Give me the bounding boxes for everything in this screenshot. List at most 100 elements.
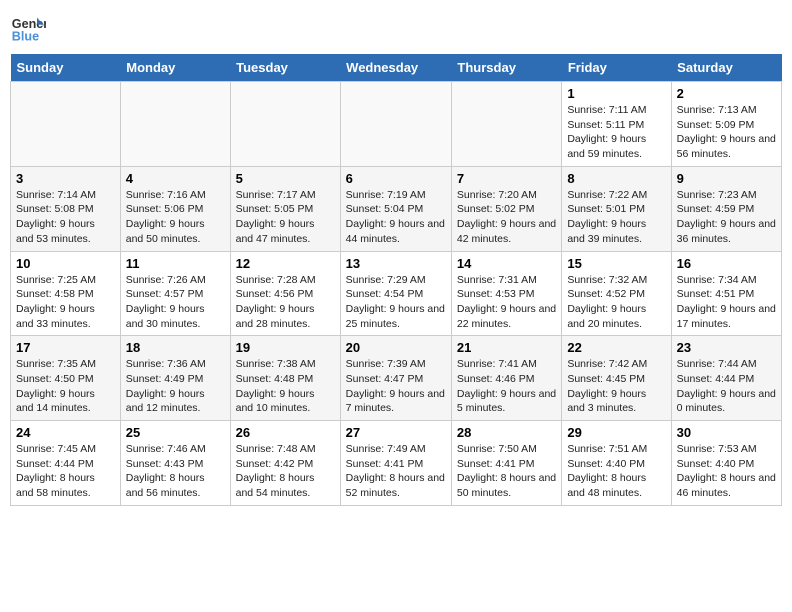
calendar-cell: 24 Sunrise: 7:45 AMSunset: 4:44 PMDayligh…	[11, 421, 121, 506]
calendar-cell	[120, 82, 230, 167]
calendar-cell	[11, 82, 121, 167]
calendar-cell: 14 Sunrise: 7:31 AMSunset: 4:53 PMDayligh…	[451, 251, 561, 336]
day-info: Sunrise: 7:36 AMSunset: 4:49 PMDaylight:…	[126, 357, 225, 416]
day-info: Sunrise: 7:23 AMSunset: 4:59 PMDaylight:…	[677, 188, 776, 247]
day-number: 7	[457, 171, 556, 186]
day-number: 26	[236, 425, 335, 440]
col-header-tuesday: Tuesday	[230, 54, 340, 82]
calendar-cell: 13 Sunrise: 7:29 AMSunset: 4:54 PMDayligh…	[340, 251, 451, 336]
day-number: 28	[457, 425, 556, 440]
day-info: Sunrise: 7:14 AMSunset: 5:08 PMDaylight:…	[16, 188, 115, 247]
calendar-cell: 25 Sunrise: 7:46 AMSunset: 4:43 PMDayligh…	[120, 421, 230, 506]
day-info: Sunrise: 7:45 AMSunset: 4:44 PMDaylight:…	[16, 442, 115, 501]
calendar-cell: 6 Sunrise: 7:19 AMSunset: 5:04 PMDaylight…	[340, 166, 451, 251]
calendar-table: SundayMondayTuesdayWednesdayThursdayFrid…	[10, 54, 782, 506]
day-info: Sunrise: 7:29 AMSunset: 4:54 PMDaylight:…	[346, 273, 446, 332]
day-info: Sunrise: 7:31 AMSunset: 4:53 PMDaylight:…	[457, 273, 556, 332]
day-number: 18	[126, 340, 225, 355]
col-header-wednesday: Wednesday	[340, 54, 451, 82]
day-info: Sunrise: 7:17 AMSunset: 5:05 PMDaylight:…	[236, 188, 335, 247]
calendar-cell: 19 Sunrise: 7:38 AMSunset: 4:48 PMDayligh…	[230, 336, 340, 421]
day-number: 11	[126, 256, 225, 271]
day-number: 13	[346, 256, 446, 271]
calendar-cell: 12Sunrise: 7:28 AMSunset: 4:56 PMDayligh…	[230, 251, 340, 336]
calendar-cell: 16 Sunrise: 7:34 AMSunset: 4:51 PMDayligh…	[671, 251, 781, 336]
calendar-cell: 28 Sunrise: 7:50 AMSunset: 4:41 PMDayligh…	[451, 421, 561, 506]
day-number: 24	[16, 425, 115, 440]
calendar-cell: 18 Sunrise: 7:36 AMSunset: 4:49 PMDayligh…	[120, 336, 230, 421]
calendar-cell: 17 Sunrise: 7:35 AMSunset: 4:50 PMDayligh…	[11, 336, 121, 421]
day-info: Sunrise: 7:32 AMSunset: 4:52 PMDaylight:…	[567, 273, 665, 332]
day-number: 29	[567, 425, 665, 440]
col-header-sunday: Sunday	[11, 54, 121, 82]
day-info: Sunrise: 7:35 AMSunset: 4:50 PMDaylight:…	[16, 357, 115, 416]
col-header-saturday: Saturday	[671, 54, 781, 82]
col-header-thursday: Thursday	[451, 54, 561, 82]
calendar-cell: 10 Sunrise: 7:25 AMSunset: 4:58 PMDayligh…	[11, 251, 121, 336]
day-number: 19	[236, 340, 335, 355]
day-number: 17	[16, 340, 115, 355]
day-number: 14	[457, 256, 556, 271]
day-info: Sunrise: 7:19 AMSunset: 5:04 PMDaylight:…	[346, 188, 446, 247]
calendar-cell: 2 Sunrise: 7:13 AMSunset: 5:09 PMDaylight…	[671, 82, 781, 167]
day-info: Sunrise: 7:49 AMSunset: 4:41 PMDaylight:…	[346, 442, 446, 501]
calendar-cell: 27Sunrise: 7:49 AMSunset: 4:41 PMDayligh…	[340, 421, 451, 506]
day-number: 12	[236, 256, 335, 271]
day-number: 2	[677, 86, 776, 101]
day-number: 15	[567, 256, 665, 271]
col-header-friday: Friday	[562, 54, 671, 82]
calendar-cell: 20 Sunrise: 7:39 AMSunset: 4:47 PMDayligh…	[340, 336, 451, 421]
day-info: Sunrise: 7:25 AMSunset: 4:58 PMDaylight:…	[16, 273, 115, 332]
day-number: 30	[677, 425, 776, 440]
day-info: Sunrise: 7:11 AMSunset: 5:11 PMDaylight:…	[567, 103, 665, 162]
day-info: Sunrise: 7:22 AMSunset: 5:01 PMDaylight:…	[567, 188, 665, 247]
logo-icon: General Blue	[10, 10, 46, 46]
day-info: Sunrise: 7:46 AMSunset: 4:43 PMDaylight:…	[126, 442, 225, 501]
day-number: 16	[677, 256, 776, 271]
day-info: Sunrise: 7:13 AMSunset: 5:09 PMDaylight:…	[677, 103, 776, 162]
day-number: 25	[126, 425, 225, 440]
calendar-cell: 1 Sunrise: 7:11 AMSunset: 5:11 PMDaylight…	[562, 82, 671, 167]
day-number: 1	[567, 86, 665, 101]
day-number: 21	[457, 340, 556, 355]
col-header-monday: Monday	[120, 54, 230, 82]
day-info: Sunrise: 7:48 AMSunset: 4:42 PMDaylight:…	[236, 442, 335, 501]
calendar-cell: 23Sunrise: 7:44 AMSunset: 4:44 PMDayligh…	[671, 336, 781, 421]
day-info: Sunrise: 7:20 AMSunset: 5:02 PMDaylight:…	[457, 188, 556, 247]
svg-text:Blue: Blue	[12, 30, 39, 44]
calendar-cell: 4 Sunrise: 7:16 AMSunset: 5:06 PMDaylight…	[120, 166, 230, 251]
calendar-cell	[451, 82, 561, 167]
day-info: Sunrise: 7:53 AMSunset: 4:40 PMDaylight:…	[677, 442, 776, 501]
day-number: 8	[567, 171, 665, 186]
day-number: 20	[346, 340, 446, 355]
day-info: Sunrise: 7:50 AMSunset: 4:41 PMDaylight:…	[457, 442, 556, 501]
calendar-cell: 22 Sunrise: 7:42 AMSunset: 4:45 PMDayligh…	[562, 336, 671, 421]
calendar-cell	[340, 82, 451, 167]
day-info: Sunrise: 7:39 AMSunset: 4:47 PMDaylight:…	[346, 357, 446, 416]
day-info: Sunrise: 7:51 AMSunset: 4:40 PMDaylight:…	[567, 442, 665, 501]
day-number: 4	[126, 171, 225, 186]
day-info: Sunrise: 7:38 AMSunset: 4:48 PMDaylight:…	[236, 357, 335, 416]
day-number: 23	[677, 340, 776, 355]
day-number: 5	[236, 171, 335, 186]
calendar-cell	[230, 82, 340, 167]
calendar-cell: 8 Sunrise: 7:22 AMSunset: 5:01 PMDaylight…	[562, 166, 671, 251]
day-info: Sunrise: 7:42 AMSunset: 4:45 PMDaylight:…	[567, 357, 665, 416]
calendar-cell: 9Sunrise: 7:23 AMSunset: 4:59 PMDaylight…	[671, 166, 781, 251]
calendar-cell: 29 Sunrise: 7:51 AMSunset: 4:40 PMDayligh…	[562, 421, 671, 506]
day-info: Sunrise: 7:41 AMSunset: 4:46 PMDaylight:…	[457, 357, 556, 416]
calendar-cell: 26 Sunrise: 7:48 AMSunset: 4:42 PMDayligh…	[230, 421, 340, 506]
calendar-cell: 15 Sunrise: 7:32 AMSunset: 4:52 PMDayligh…	[562, 251, 671, 336]
day-number: 22	[567, 340, 665, 355]
day-number: 3	[16, 171, 115, 186]
calendar-cell: 3 Sunrise: 7:14 AMSunset: 5:08 PMDaylight…	[11, 166, 121, 251]
day-info: Sunrise: 7:34 AMSunset: 4:51 PMDaylight:…	[677, 273, 776, 332]
calendar-cell: 5 Sunrise: 7:17 AMSunset: 5:05 PMDaylight…	[230, 166, 340, 251]
calendar-cell: 11Sunrise: 7:26 AMSunset: 4:57 PMDayligh…	[120, 251, 230, 336]
logo: General Blue	[10, 10, 50, 46]
day-info: Sunrise: 7:16 AMSunset: 5:06 PMDaylight:…	[126, 188, 225, 247]
day-number: 6	[346, 171, 446, 186]
calendar-cell: 7 Sunrise: 7:20 AMSunset: 5:02 PMDaylight…	[451, 166, 561, 251]
day-number: 10	[16, 256, 115, 271]
calendar-cell: 30 Sunrise: 7:53 AMSunset: 4:40 PMDayligh…	[671, 421, 781, 506]
